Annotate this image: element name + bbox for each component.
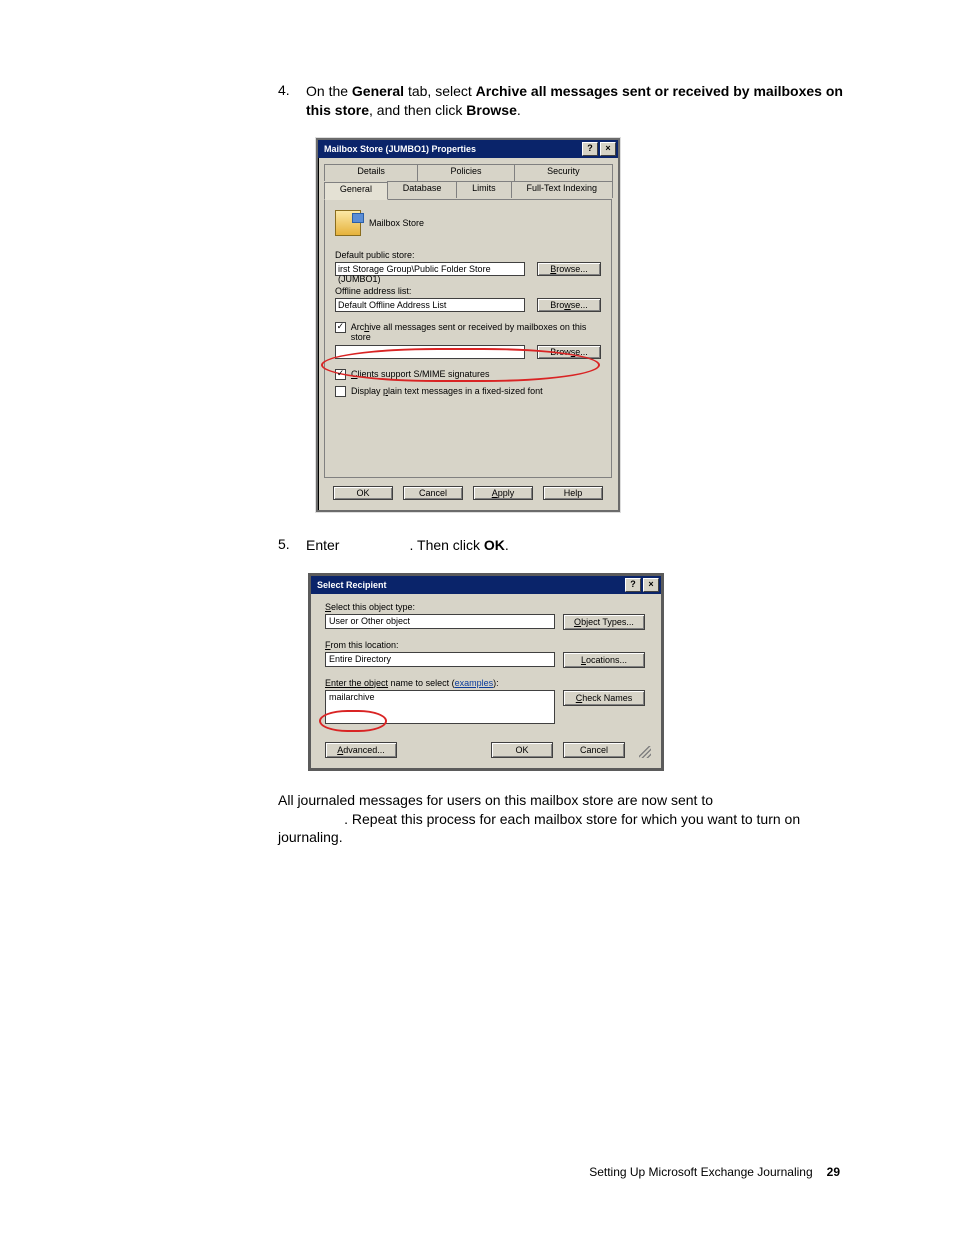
object-type-label: Select this object type: [325,602,651,612]
browse-offline-button[interactable]: Browse... [537,298,601,312]
dialog-title: Select Recipient [317,580,623,590]
object-types-button[interactable]: Object Types... [563,614,645,630]
archive-path-input[interactable] [335,345,525,359]
resize-grip-icon[interactable] [639,746,651,758]
tab-fulltext[interactable]: Full-Text Indexing [511,181,613,198]
object-name-input[interactable]: mailarchive [325,690,555,724]
tab-database[interactable]: Database [387,181,457,198]
archive-checkbox-label: Archive all messages sent or received by… [351,322,601,342]
step-4: 4. On the General tab, select Archive al… [278,82,868,120]
smime-checkbox[interactable] [335,369,346,380]
ok-button[interactable]: OK [333,486,393,500]
help-icon[interactable]: ? [582,142,598,156]
location-label: From this location: [325,640,651,650]
select-recipient-dialog: Select Recipient ? × Select this object … [308,573,664,771]
location-input[interactable]: Entire Directory [325,652,555,667]
dialog-title: Mailbox Store (JUMBO1) Properties [324,144,580,154]
browse-archive-button[interactable]: Browse... [537,345,601,359]
offline-address-list-input[interactable]: Default Offline Address List [335,298,525,312]
tab-security[interactable]: Security [514,164,613,181]
check-names-button[interactable]: Check Names [563,690,645,706]
closing-paragraph: All journaled messages for users on this… [278,791,868,848]
archive-checkbox[interactable] [335,322,346,333]
advanced-button[interactable]: Advanced... [325,742,397,758]
apply-button[interactable]: Apply [473,486,533,500]
tab-policies[interactable]: Policies [417,164,515,181]
cancel-button[interactable]: Cancel [403,486,463,500]
default-public-store-input[interactable]: irst Storage Group\Public Folder Store (… [335,262,525,276]
dialog-button-row: OK Cancel Apply Help [318,478,618,510]
tab-details[interactable]: Details [324,164,418,181]
object-type-input[interactable]: User or Other object [325,614,555,629]
step-body: Enter . Then click OK. [306,536,868,555]
dialog-titlebar: Select Recipient ? × [311,576,661,594]
tab-strip: Details Policies Security General Databa… [318,158,618,199]
examples-link[interactable]: examples [455,678,494,688]
tab-general[interactable]: General [324,182,388,200]
help-button[interactable]: Help [543,486,603,500]
dialog-titlebar: Mailbox Store (JUMBO1) Properties ? × [318,140,618,158]
ok-button[interactable]: OK [491,742,553,758]
browse-public-store-button[interactable]: Browse... [537,262,601,276]
mailbox-store-icon [335,210,361,236]
smime-checkbox-label: Clients support S/MIME signatures [351,369,490,379]
plainfont-checkbox-label: Display plain text messages in a fixed-s… [351,386,543,396]
step-number: 4. [278,82,306,120]
mailbox-store-properties-dialog: Mailbox Store (JUMBO1) Properties ? × De… [316,138,620,512]
plainfont-checkbox[interactable] [335,386,346,397]
step-number: 5. [278,536,306,555]
step-body: On the General tab, select Archive all m… [306,82,868,120]
cancel-button[interactable]: Cancel [563,742,625,758]
default-public-store-label: Default public store: [335,250,601,260]
close-icon[interactable]: × [643,578,659,592]
tab-limits[interactable]: Limits [456,181,511,198]
step-5: 5. Enter . Then click OK. [278,536,868,555]
mailbox-store-label: Mailbox Store [369,218,424,228]
tab-panel-general: Mailbox Store Default public store: irst… [324,199,612,478]
page-footer: Setting Up Microsoft Exchange Journaling… [589,1165,840,1179]
offline-address-list-label: Offline address list: [335,286,601,296]
close-icon[interactable]: × [600,142,616,156]
help-icon[interactable]: ? [625,578,641,592]
locations-button[interactable]: Locations... [563,652,645,668]
object-name-label: Enter the object name to select (example… [325,678,651,688]
